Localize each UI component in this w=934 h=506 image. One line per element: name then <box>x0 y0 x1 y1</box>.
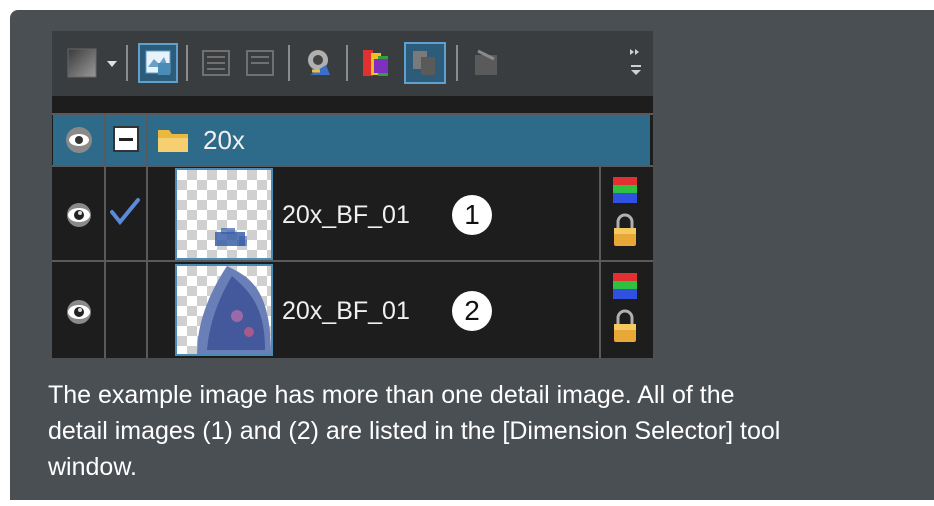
toolbar-separator <box>126 45 128 81</box>
visibility-eye-icon[interactable] <box>63 297 95 327</box>
dropdown-arrow-icon[interactable] <box>104 45 120 81</box>
lock-icon[interactable] <box>611 212 639 248</box>
visibility-eye-icon[interactable] <box>63 200 95 230</box>
row-divider <box>52 165 653 167</box>
row-divider <box>52 113 653 115</box>
layer-label: 20x_BF_01 <box>282 201 410 229</box>
column-divider <box>104 113 106 358</box>
reference-2: (2) <box>288 417 319 445</box>
rgb-channel-icon[interactable] <box>611 175 639 205</box>
folder-label: 20x <box>203 125 245 155</box>
delete-icon[interactable] <box>468 45 504 81</box>
merge-layers-icon[interactable] <box>198 45 234 81</box>
reference-1: (1) <box>202 417 233 445</box>
overflow-icon[interactable] <box>626 45 646 81</box>
color-channels-icon[interactable] <box>358 45 394 81</box>
rgb-channel-icon[interactable] <box>611 271 639 301</box>
column-divider <box>599 165 601 358</box>
folder-row[interactable] <box>53 115 650 165</box>
caption-text-part: and <box>232 417 289 445</box>
color-picker-icon[interactable] <box>64 45 100 81</box>
image-properties-icon[interactable] <box>138 43 178 83</box>
overlay-icon[interactable] <box>404 42 446 84</box>
toolbar <box>52 31 653 96</box>
layer-thumbnail[interactable] <box>175 168 273 260</box>
toolbar-separator <box>456 45 458 81</box>
lock-icon[interactable] <box>611 308 639 344</box>
folder-icon <box>156 124 190 154</box>
column-divider <box>146 113 148 358</box>
caption-text-part: are listed in the [Dimension Selector] t… <box>318 417 781 445</box>
collapse-toggle-icon[interactable] <box>113 126 139 152</box>
toolbar-separator <box>288 45 290 81</box>
caption-text-part: detail images <box>48 417 203 445</box>
caption-line-3: window. <box>48 453 137 481</box>
layer-thumbnail[interactable] <box>175 264 273 356</box>
toolbar-separator <box>346 45 348 81</box>
callout-badge: 2 <box>452 291 492 331</box>
checkmark-icon[interactable] <box>108 194 142 228</box>
layer-label: 20x_BF_01 <box>282 297 410 325</box>
channel-mix-icon[interactable] <box>300 45 336 81</box>
split-layers-icon[interactable] <box>242 45 278 81</box>
caption-line-2: detail images (1) and (2) are listed in … <box>48 413 918 449</box>
visibility-eye-icon[interactable] <box>63 124 95 156</box>
row-divider <box>52 260 653 262</box>
callout-badge: 1 <box>452 195 492 235</box>
caption-text: The example image has more than one deta… <box>48 377 918 485</box>
toolbar-separator <box>186 45 188 81</box>
caption-line-1: The example image has more than one deta… <box>48 381 735 409</box>
